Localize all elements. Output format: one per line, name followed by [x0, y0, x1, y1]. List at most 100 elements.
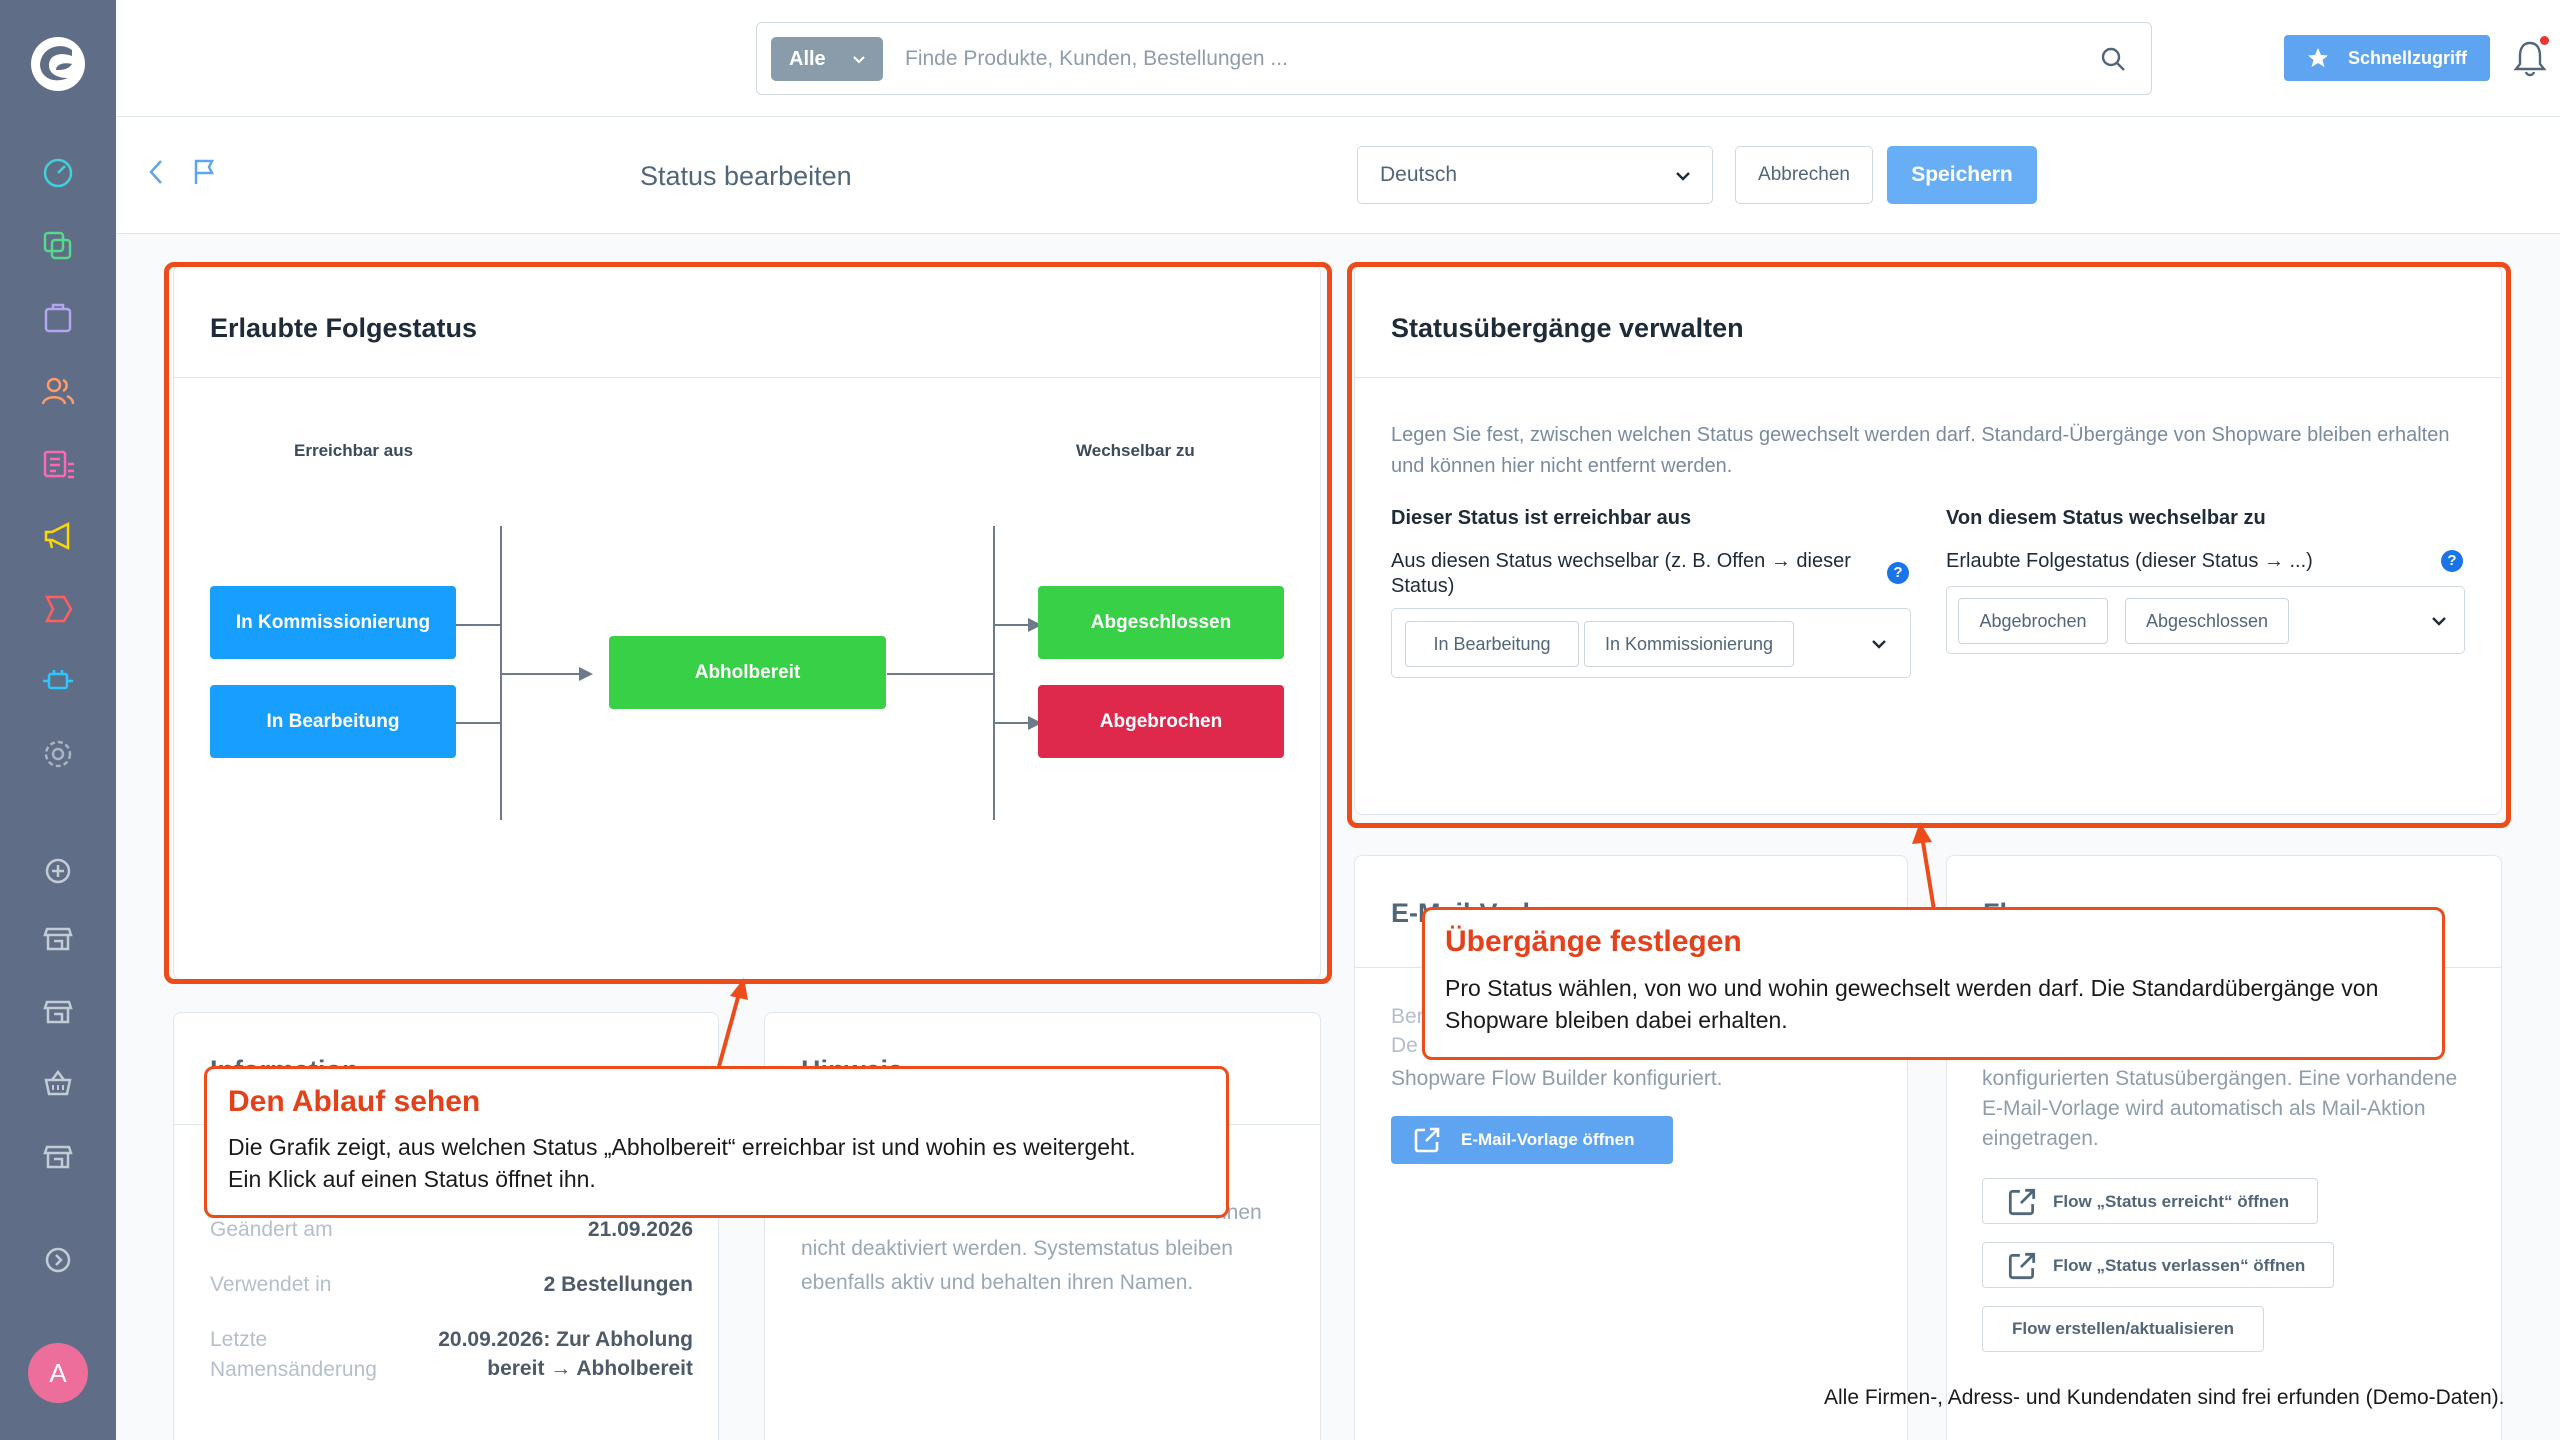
extensions-icon[interactable]: [38, 589, 78, 629]
add-sales-channel-icon[interactable]: [38, 851, 78, 891]
catalogue-icon[interactable]: [38, 226, 78, 266]
switchable-label: Von diesem Status wechselbar zu: [1946, 507, 2266, 529]
page-action-bar: Status bearbeiten Deutsch Abbrechen Spei…: [116, 117, 2560, 234]
marketing-icon[interactable]: [38, 516, 78, 556]
back-icon[interactable]: [146, 157, 166, 187]
open-flow-reached-button[interactable]: Flow „Status erreicht“ öffnen: [1982, 1178, 2318, 1224]
reachable-multiselect[interactable]: In Bearbeitung In Kommissionierung: [1391, 608, 1911, 678]
chevron-down-icon[interactable]: [1870, 635, 1888, 653]
notifications-button[interactable]: [2512, 36, 2549, 83]
search-icon[interactable]: [2099, 45, 2127, 73]
plugins-icon[interactable]: [38, 661, 78, 701]
email-card-text-fragment: De: [1391, 1034, 1418, 1057]
help-tooltip-icon[interactable]: ?: [2441, 550, 2463, 572]
open-flow-left-label: Flow „Status verlassen“ öffnen: [2053, 1256, 2306, 1275]
node-abholbereit[interactable]: Abholbereit: [609, 636, 886, 709]
external-link-icon: [2008, 1188, 2036, 1216]
connector-line: [456, 624, 501, 626]
search-type-dropdown[interactable]: Alle: [771, 37, 883, 81]
info-label-changed: Geändert am: [210, 1218, 333, 1241]
flow-card-title: Erlaubte Folgestatus: [210, 313, 478, 343]
to-column-heading: Wechselbar zu: [1076, 441, 1195, 460]
search-input[interactable]: Finde Produkte, Kunden, Bestellungen ...: [905, 47, 1288, 71]
info-label-used: Verwendet in: [210, 1273, 332, 1296]
admin-sidebar: A: [0, 0, 116, 1440]
arrow-head-icon: [579, 667, 593, 681]
transitions-card-header: Statusübergänge verwalten: [1355, 266, 2501, 378]
switchable-multiselect[interactable]: Abgebrochen Abgeschlossen: [1946, 586, 2465, 654]
email-card-text-fragment: Ber: [1391, 1005, 1424, 1028]
demo-data-disclaimer: Alle Firmen-, Adress- und Kundendaten si…: [1824, 1386, 2505, 1409]
info-value-rename: 20.09.2026: Zur Abholung bereit → Abholb…: [438, 1328, 693, 1380]
headless-icon[interactable]: [38, 990, 78, 1030]
cancel-button[interactable]: Abbrechen: [1735, 146, 1873, 204]
email-card-text: Shopware Flow Builder konfiguriert.: [1391, 1067, 1723, 1090]
node-in-kommissionierung[interactable]: In Kommissionierung: [210, 586, 456, 659]
settings-icon[interactable]: [38, 734, 78, 774]
top-bar: Alle Finde Produkte, Kunden, Bestellunge…: [116, 0, 2560, 117]
open-email-template-button[interactable]: E-Mail-Vorlage öffnen: [1391, 1116, 1673, 1164]
save-button[interactable]: Speichern: [1887, 146, 2037, 204]
node-abgebrochen[interactable]: Abgebrochen: [1038, 685, 1284, 758]
transitions-callout-title: Übergänge festlegen: [1445, 925, 1742, 958]
from-column-heading: Erreichbar aus: [294, 441, 414, 460]
switchable-chip[interactable]: Abgebrochen: [1958, 598, 2108, 644]
switchable-sublabel: Erlaubte Folgestatus (dieser Status → ..…: [1946, 550, 2313, 572]
connector-line: [994, 624, 1032, 626]
notification-badge: [2540, 36, 2549, 45]
callout-pointer: [1912, 822, 1936, 911]
pos-icon[interactable]: [38, 1063, 78, 1103]
reachable-chip[interactable]: In Bearbeitung: [1405, 621, 1579, 667]
connector-line: [456, 722, 501, 724]
node-abgeschlossen[interactable]: Abgeschlossen: [1038, 586, 1284, 659]
orders-icon[interactable]: [38, 298, 78, 338]
store-icon[interactable]: [38, 1135, 78, 1175]
chevron-down-icon: [1676, 172, 1690, 181]
flow-callout-text: Die Grafik zeigt, aus welchen Status „Ab…: [228, 1134, 1136, 1192]
search-type-label: Alle: [789, 48, 826, 70]
star-icon: [2308, 48, 2328, 67]
flow-actions-text: konfigurierten Statusübergängen. Eine vo…: [1982, 1067, 2458, 1150]
info-value-changed: 21.09.2026: [587, 1218, 693, 1241]
switchable-chip[interactable]: Abgeschlossen: [2125, 598, 2289, 644]
open-email-template-label: E-Mail-Vorlage öffnen: [1461, 1130, 1635, 1149]
open-flow-left-button[interactable]: Flow „Status verlassen“ öffnen: [1982, 1242, 2334, 1288]
flow-card: Erlaubte Folgestatus Erreichbar aus Wech…: [173, 265, 1321, 980]
node-in-bearbeitung[interactable]: In Bearbeitung: [210, 685, 456, 758]
page-title: Status bearbeiten: [640, 161, 852, 191]
user-avatar[interactable]: A: [28, 1343, 88, 1403]
create-update-flow-button[interactable]: Flow erstellen/aktualisieren: [1982, 1306, 2264, 1352]
info-label-rename: Letzte Namensänderung: [210, 1328, 377, 1381]
info-value-used: 2 Bestellungen: [543, 1273, 693, 1296]
help-tooltip-icon[interactable]: ?: [1887, 562, 1909, 584]
callout-pointer: [716, 978, 748, 1071]
transitions-card-title: Statusübergänge verwalten: [1391, 313, 1744, 343]
flow-callout-title: Den Ablauf sehen: [228, 1085, 481, 1118]
external-link-icon: [2008, 1252, 2036, 1280]
transitions-card: Statusübergänge verwalten: [1354, 265, 2502, 815]
reachable-chip[interactable]: In Kommissionierung: [1584, 621, 1794, 667]
connector-line: [501, 673, 583, 675]
quick-access-button[interactable]: Schnellzugriff: [2284, 35, 2490, 81]
language-select[interactable]: Deutsch: [1357, 146, 1713, 204]
open-flow-reached-label: Flow „Status erreicht“ öffnen: [2053, 1192, 2290, 1211]
flow-card-header: Erlaubte Folgestatus: [174, 266, 1320, 378]
shopware-logo[interactable]: [28, 34, 88, 94]
reachable-sublabel: Aus diesen Status wechselbar (z. B. Offe…: [1391, 550, 1851, 597]
external-link-icon: [1414, 1127, 1440, 1153]
chevron-down-icon: [853, 56, 865, 64]
customers-icon[interactable]: [38, 371, 78, 411]
global-search[interactable]: Alle Finde Produkte, Kunden, Bestellunge…: [756, 22, 2152, 95]
dashboard-icon[interactable]: [38, 153, 78, 193]
hint-text: nicht deaktiviert werden. Systemstatus b…: [801, 1237, 1233, 1294]
flag-icon[interactable]: [192, 157, 216, 187]
storefront-icon[interactable]: [38, 917, 78, 957]
reachable-label: Dieser Status ist erreichbar aus: [1391, 507, 1692, 529]
content-icon[interactable]: [38, 444, 78, 484]
connector-line: [887, 673, 994, 675]
transitions-callout-text: Pro Status wählen, von wo und wohin gewe…: [1445, 975, 2379, 1033]
collapse-icon[interactable]: [38, 1240, 78, 1280]
transitions-description: Legen Sie fest, zwischen welchen Status …: [1391, 424, 2450, 477]
quick-access-label: Schnellzugriff: [2348, 48, 2468, 68]
chevron-down-icon[interactable]: [2430, 612, 2448, 630]
